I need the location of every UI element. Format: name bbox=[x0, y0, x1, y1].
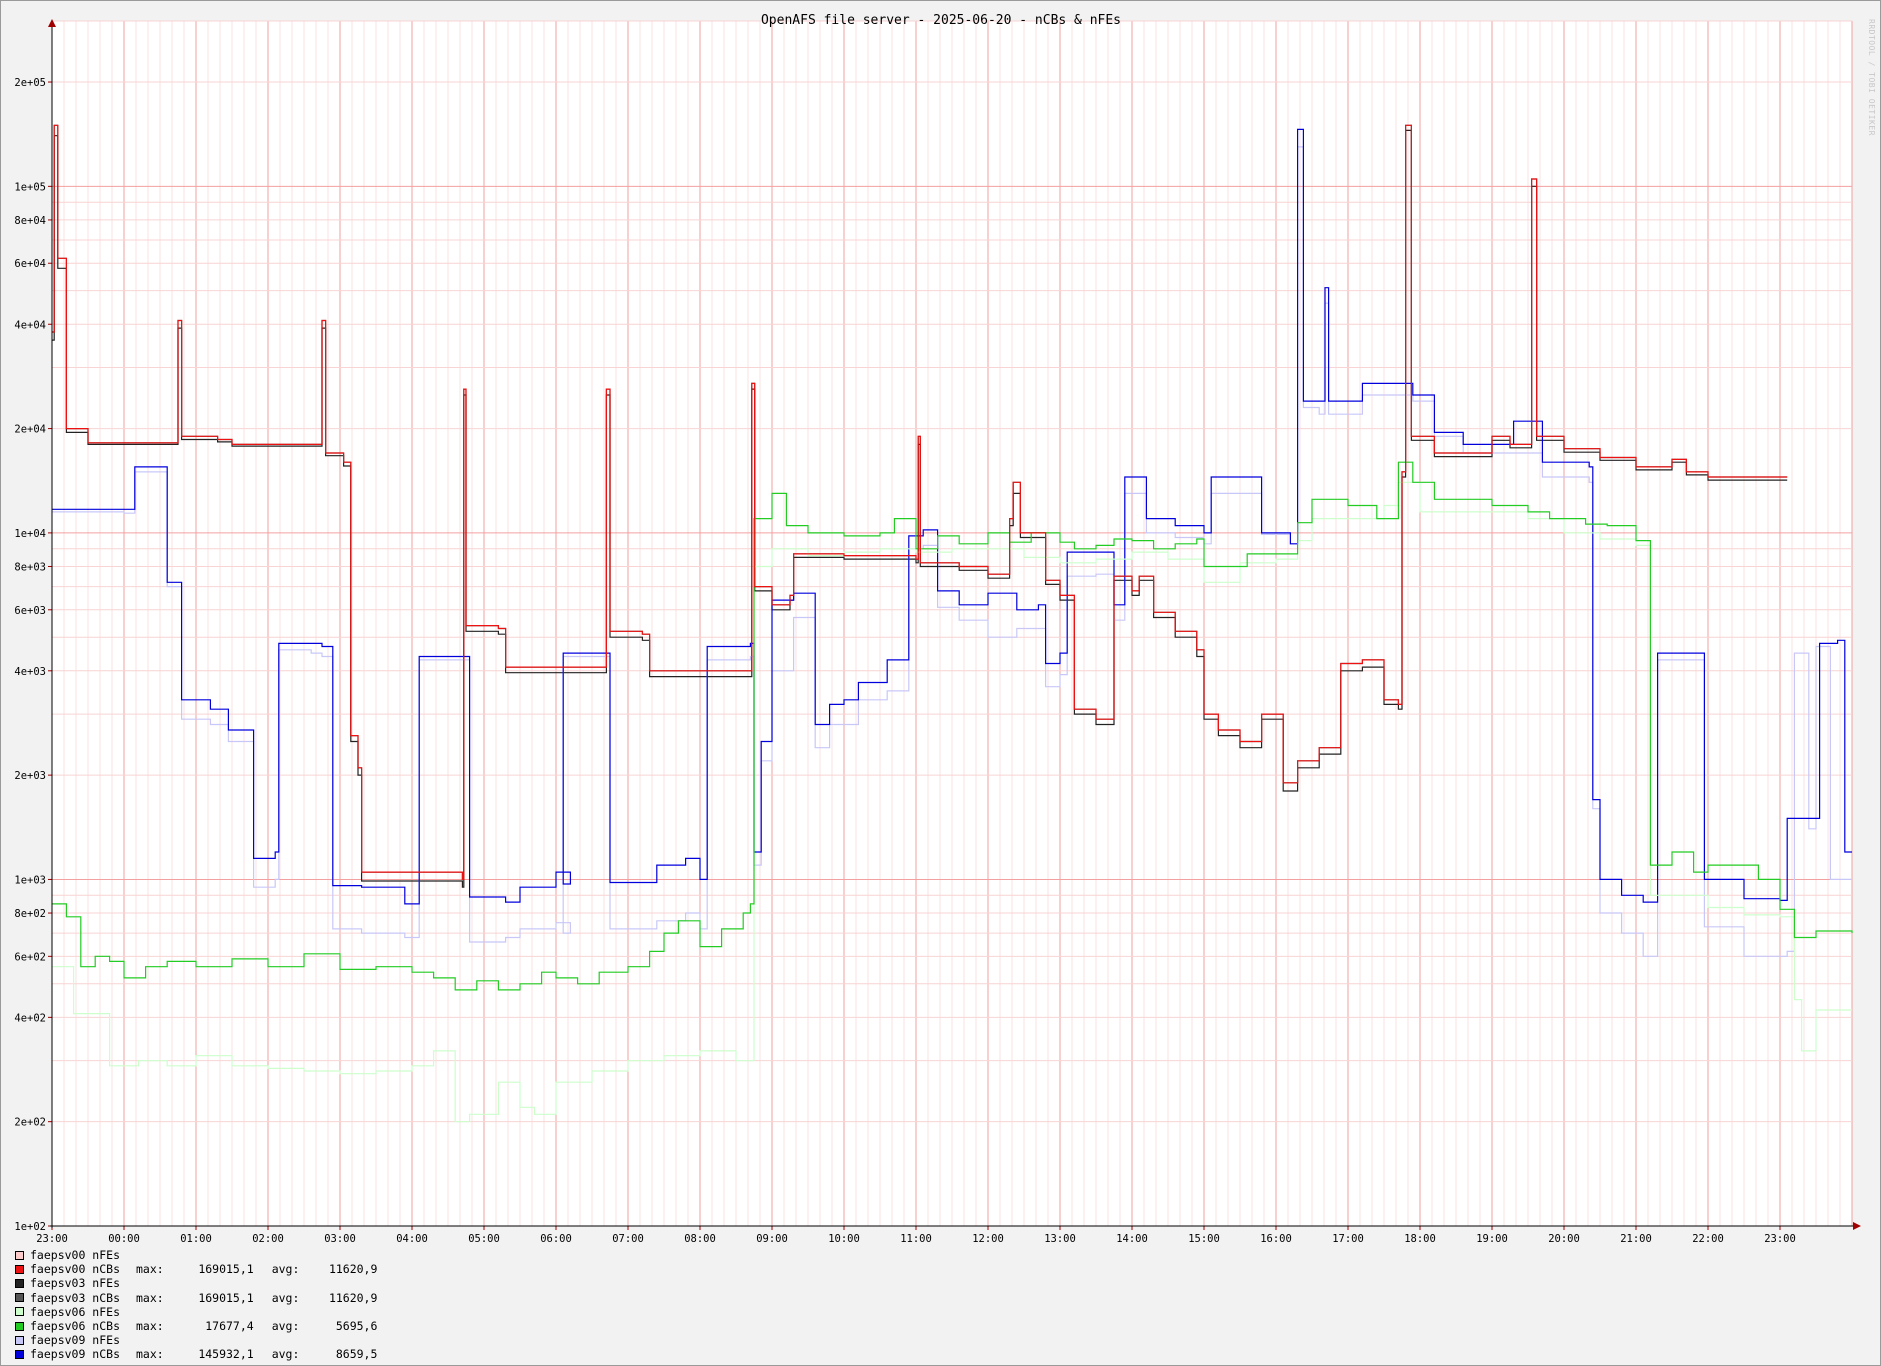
x-tick-label: 21:00 bbox=[1620, 1233, 1652, 1245]
legend: faepsv00 nFEs faepsv00 nCBs max: 169015,1 av… bbox=[15, 1248, 377, 1362]
x-tick-label: 15:00 bbox=[1188, 1233, 1220, 1245]
legend-max-label: max: bbox=[136, 1262, 164, 1277]
chart: 1e+02 2e+02 4e+02 6e+02 8e+02 1e+03 2e+03 4e+03… bbox=[14, 13, 1861, 1245]
legend-label: faepsv03 nFEs bbox=[30, 1276, 121, 1291]
y-tick-label: 1e+04 bbox=[14, 528, 46, 540]
x-tick-label: 12:00 bbox=[972, 1233, 1004, 1245]
legend-max-label: max: bbox=[136, 1290, 164, 1305]
y-tick-label: 8e+04 bbox=[14, 215, 46, 227]
y-tick-label: 4e+03 bbox=[14, 666, 46, 678]
x-tick-label: 18:00 bbox=[1404, 1233, 1436, 1245]
legend-max-label: max: bbox=[136, 1347, 164, 1362]
legend-swatch bbox=[15, 1264, 24, 1274]
legend-label: faepsv06 nFEs bbox=[30, 1304, 121, 1319]
x-tick-label: 00:00 bbox=[108, 1233, 140, 1245]
legend-entry: faepsv06 nCBs max: 17677,4 avg: 5695,6 bbox=[15, 1319, 377, 1333]
x-tick-label: 05:00 bbox=[468, 1233, 500, 1245]
legend-swatch bbox=[15, 1335, 24, 1345]
legend-swatch bbox=[15, 1349, 24, 1359]
y-tick-label: 8e+03 bbox=[14, 561, 46, 573]
x-tick-label: 17:00 bbox=[1332, 1233, 1364, 1245]
x-tick-label: 06:00 bbox=[540, 1233, 572, 1245]
legend-swatch bbox=[15, 1307, 24, 1317]
x-tick-label: 22:00 bbox=[1692, 1233, 1724, 1245]
legend-entry: faepsv00 nCBs max: 169015,1 avg: 11620,9 bbox=[15, 1262, 377, 1276]
y-tick-label: 6e+03 bbox=[14, 605, 46, 617]
legend-label: faepsv06 nCBs bbox=[30, 1319, 121, 1334]
x-tick-label: 20:00 bbox=[1548, 1233, 1580, 1245]
legend-swatch bbox=[15, 1278, 24, 1288]
legend-swatch bbox=[15, 1321, 24, 1331]
legend-max-value: 145932,1 bbox=[198, 1347, 254, 1362]
y-tick-label: 1e+03 bbox=[14, 874, 46, 886]
legend-avg-label: avg: bbox=[271, 1319, 300, 1334]
y-tick-label: 6e+04 bbox=[14, 258, 46, 270]
y-tick-label: 2e+05 bbox=[14, 77, 46, 89]
legend-label: faepsv00 nFEs bbox=[30, 1248, 121, 1263]
legend-max-value: 17677,4 bbox=[205, 1319, 254, 1334]
y-tick-label: 2e+03 bbox=[14, 770, 46, 782]
legend-entry: faepsv09 nFEs bbox=[15, 1333, 377, 1347]
y-tick-label: 2e+04 bbox=[14, 424, 46, 436]
y-tick-label: 1e+02 bbox=[14, 1221, 46, 1233]
legend-entry: faepsv03 nFEs bbox=[15, 1276, 377, 1290]
x-tick-label: 07:00 bbox=[612, 1233, 644, 1245]
x-tick-label: 10:00 bbox=[828, 1233, 860, 1245]
legend-avg-value: 5695,6 bbox=[335, 1319, 378, 1334]
x-tick-label: 16:00 bbox=[1260, 1233, 1292, 1245]
x-tick-label: 23:00 bbox=[36, 1233, 68, 1245]
x-tick-label: 03:00 bbox=[324, 1233, 356, 1245]
y-tick-label: 6e+02 bbox=[14, 951, 46, 963]
legend-entry: faepsv03 nCBs max: 169015,1 avg: 11620,9 bbox=[15, 1291, 377, 1305]
x-tick-label: 14:00 bbox=[1116, 1233, 1148, 1245]
legend-avg-label: avg: bbox=[271, 1262, 300, 1277]
legend-entry: faepsv09 nCBs max: 145932,1 avg: 8659,5 bbox=[15, 1347, 377, 1361]
y-tick-label: 8e+02 bbox=[14, 908, 46, 920]
legend-swatch bbox=[15, 1250, 24, 1260]
y-tick-label: 4e+04 bbox=[14, 319, 46, 331]
x-tick-label: 01:00 bbox=[180, 1233, 212, 1245]
legend-entry: faepsv06 nFEs bbox=[15, 1305, 377, 1319]
legend-avg-value: 11620,9 bbox=[328, 1262, 378, 1277]
legend-label: faepsv09 nFEs bbox=[30, 1333, 121, 1348]
y-tick-label: 1e+05 bbox=[14, 181, 46, 193]
y-tick-label: 2e+02 bbox=[14, 1117, 46, 1129]
legend-avg-label: avg: bbox=[271, 1347, 300, 1362]
y-tick-label: 4e+02 bbox=[14, 1012, 46, 1024]
x-tick-label: 19:00 bbox=[1476, 1233, 1508, 1245]
legend-entry: faepsv00 nFEs bbox=[15, 1248, 377, 1262]
x-tick-label: 04:00 bbox=[396, 1233, 428, 1245]
legend-max-value: 169015,1 bbox=[198, 1290, 254, 1305]
legend-swatch bbox=[15, 1293, 24, 1303]
x-tick-label: 08:00 bbox=[684, 1233, 716, 1245]
x-tick-label: 09:00 bbox=[756, 1233, 788, 1245]
x-tick-label: 23:00 bbox=[1764, 1233, 1796, 1245]
x-tick-label: 13:00 bbox=[1044, 1233, 1076, 1245]
chart-frame: 1e+02 2e+02 4e+02 6e+02 8e+02 1e+03 2e+03 4e+03… bbox=[0, 0, 1881, 1366]
legend-avg-label: avg: bbox=[271, 1290, 300, 1305]
legend-label: faepsv00 nCBs bbox=[30, 1262, 121, 1277]
y-axis-ticks: 1e+02 2e+02 4e+02 6e+02 8e+02 1e+03 2e+03 4e+03… bbox=[14, 77, 52, 1233]
x-axis-arrow bbox=[1853, 1222, 1861, 1230]
x-axis-ticks: 23:00 00:00 01:00 02:00 03:00 04:00 05:00 06:00… bbox=[36, 1226, 1796, 1245]
legend-max-value: 169015,1 bbox=[198, 1262, 254, 1277]
legend-label: faepsv03 nCBs bbox=[30, 1290, 121, 1305]
x-tick-label: 02:00 bbox=[252, 1233, 284, 1245]
legend-avg-value: 8659,5 bbox=[335, 1347, 378, 1362]
chart-title: OpenAFS file server - 2025-06-20 - nCBs … bbox=[761, 13, 1121, 28]
rrdtool-watermark: RRDTOOL / TOBI OETIKER bbox=[1867, 19, 1876, 136]
legend-avg-value: 11620,9 bbox=[328, 1290, 378, 1305]
legend-max-label: max: bbox=[136, 1319, 164, 1334]
x-tick-label: 11:00 bbox=[900, 1233, 932, 1245]
legend-label: faepsv09 nCBs bbox=[30, 1347, 121, 1362]
